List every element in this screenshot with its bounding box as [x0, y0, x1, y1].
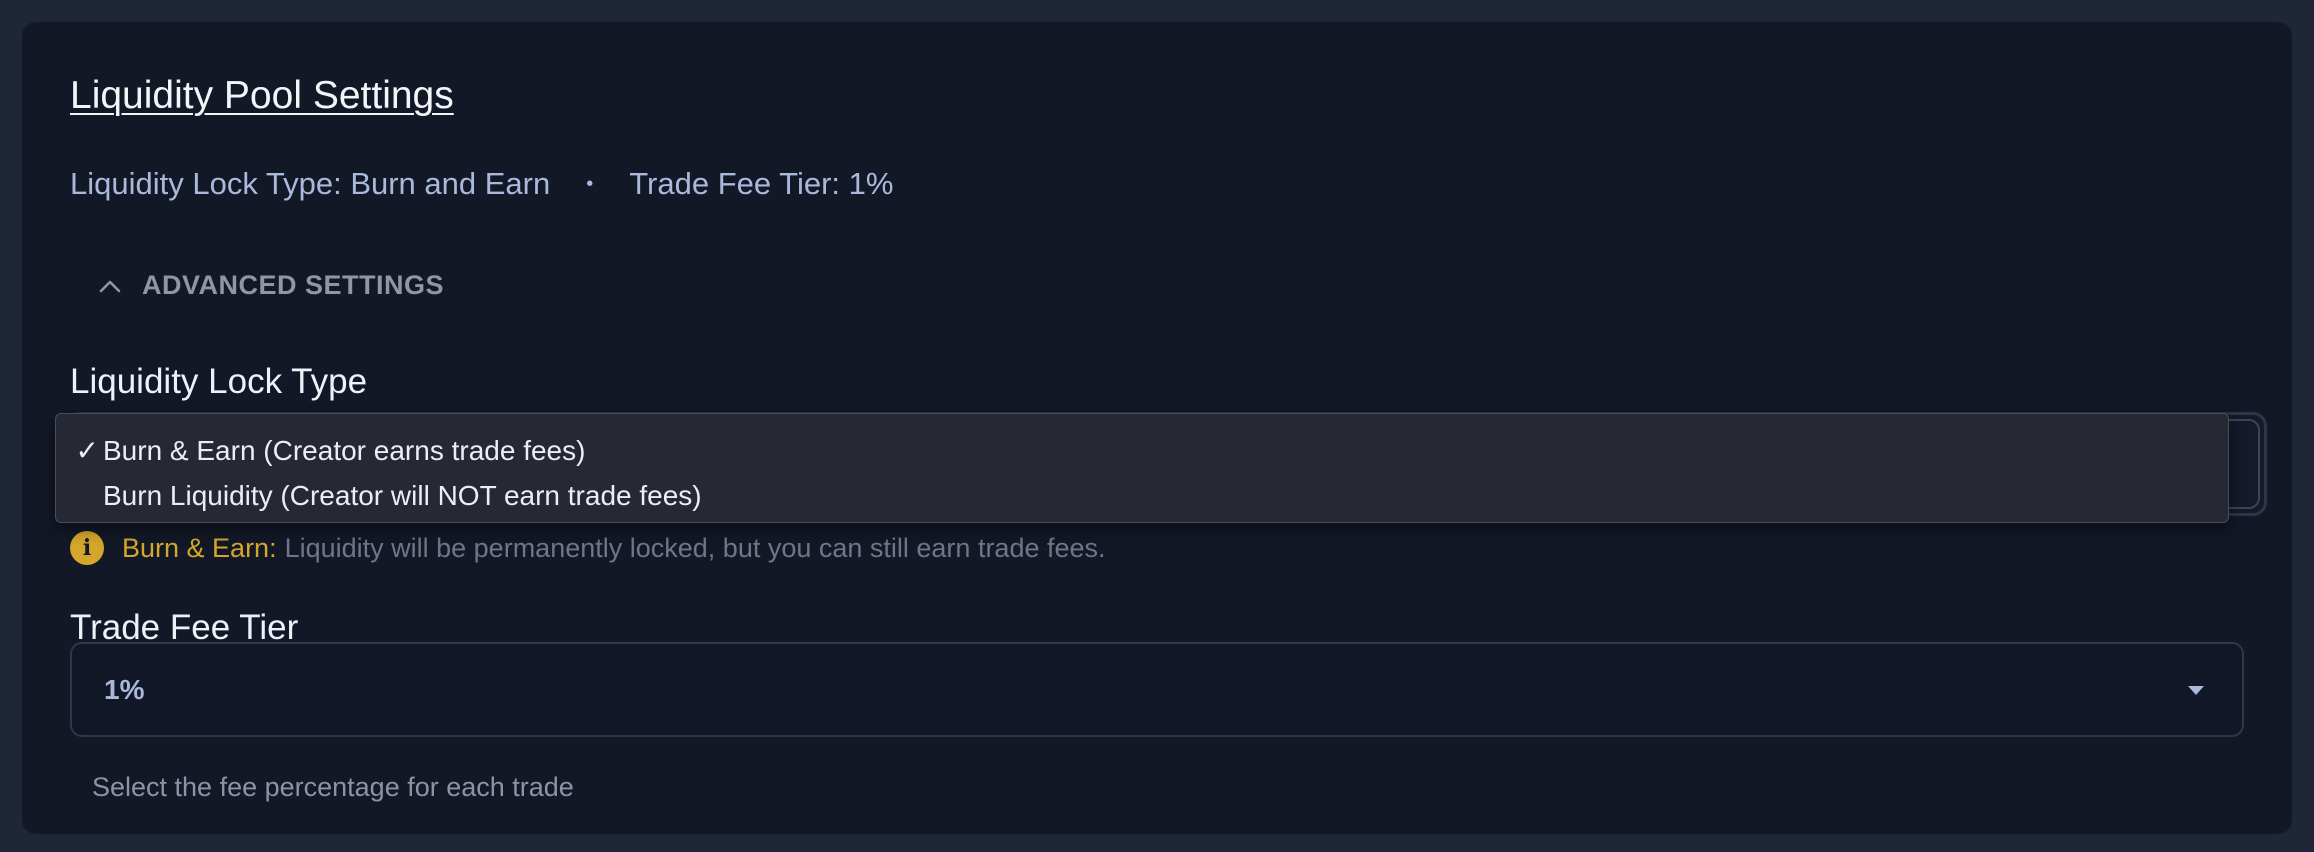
- lock-type-option-burn-earn[interactable]: ✓ Burn & Earn (Creator earns trade fees): [56, 428, 2228, 473]
- summary-separator: •: [586, 172, 594, 195]
- lock-type-info: i Burn & Earn: Liquidity will be permane…: [70, 531, 1106, 565]
- section-title: Liquidity Pool Settings: [70, 74, 454, 117]
- fee-tier-value: 1%: [104, 673, 145, 705]
- lock-type-option-burn-liquidity[interactable]: Burn Liquidity (Creator will NOT earn tr…: [56, 473, 2228, 518]
- lock-type-label: Liquidity Lock Type: [70, 362, 368, 401]
- caret-down-icon: [2188, 685, 2204, 695]
- advanced-settings-label: ADVANCED SETTINGS: [142, 270, 445, 300]
- info-text: Liquidity will be permanently locked, bu…: [284, 532, 1106, 563]
- checkmark-icon: ✓: [75, 435, 99, 466]
- chevron-up-icon: [99, 280, 121, 292]
- advanced-settings-toggle[interactable]: ADVANCED SETTINGS: [96, 270, 444, 301]
- summary-lock-type: Liquidity Lock Type: Burn and Earn: [70, 166, 551, 201]
- lock-type-dropdown-menu: ✓ Burn & Earn (Creator earns trade fees)…: [55, 413, 2229, 523]
- option-label: Burn & Earn (Creator earns trade fees): [103, 434, 586, 466]
- summary-fee-tier: Trade Fee Tier: 1%: [629, 166, 894, 201]
- fee-tier-select[interactable]: 1%: [70, 642, 2244, 737]
- option-label: Burn Liquidity (Creator will NOT earn tr…: [103, 479, 702, 511]
- settings-summary: Liquidity Lock Type: Burn and Earn • Tra…: [70, 166, 893, 202]
- info-icon: i: [70, 531, 104, 565]
- fee-tier-helper: Select the fee percentage for each trade: [92, 772, 574, 802]
- info-key: Burn & Earn:: [122, 532, 277, 563]
